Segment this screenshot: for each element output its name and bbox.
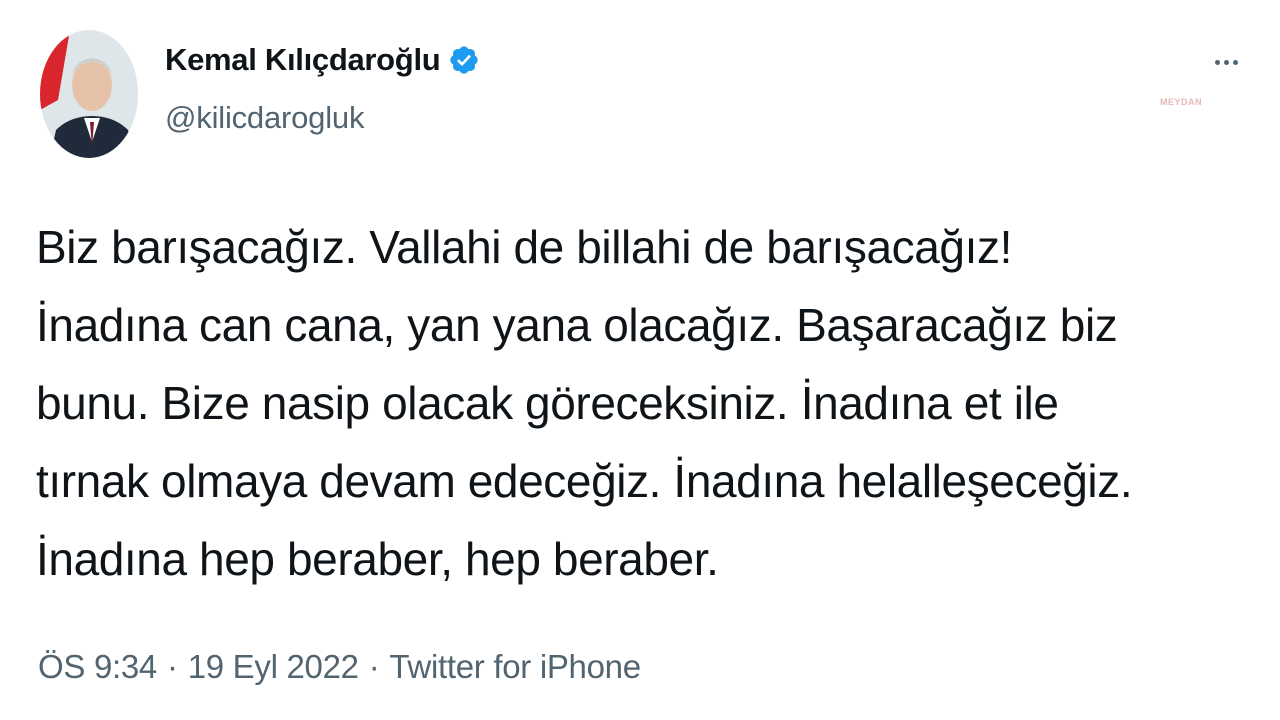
avatar[interactable] bbox=[40, 30, 138, 158]
meta-separator: · bbox=[368, 648, 380, 685]
tweet-text-line: Biz barışacağız. Vallahi de billahi de b… bbox=[36, 221, 1012, 273]
more-dot-icon bbox=[1214, 59, 1220, 65]
tweet-text-line: tırnak olmaya devam edeceğiz. İnadına he… bbox=[36, 455, 1133, 507]
verified-badge-icon bbox=[448, 44, 480, 76]
tweet-date[interactable]: 19 Eyl 2022 bbox=[188, 648, 359, 686]
tweet-text-line: İnadına hep beraber, hep beraber. bbox=[36, 533, 719, 585]
tweet-time[interactable]: ÖS 9:34 bbox=[38, 648, 157, 686]
watermark: MEYDAN bbox=[1160, 97, 1203, 107]
author-display-name[interactable]: Kemal Kılıçdaroğlu bbox=[165, 42, 441, 78]
meta-separator: · bbox=[166, 648, 178, 685]
author-name-row: Kemal Kılıçdaroğlu bbox=[165, 42, 480, 78]
author-handle[interactable]: @kilicdarogluk bbox=[165, 100, 364, 136]
tweet-card: Kemal Kılıçdaroğlu @kilicdarogluk MEYDAN… bbox=[0, 0, 1280, 720]
profile-photo-icon bbox=[40, 30, 138, 158]
tweet-meta: ÖS 9:34 · 19 Eyl 2022 · Twitter for iPho… bbox=[38, 648, 641, 686]
more-dot-icon bbox=[1232, 59, 1238, 65]
tweet-text-line: İnadına can cana, yan yana olacağız. Baş… bbox=[36, 299, 1118, 351]
tweet-source-link[interactable]: Twitter for iPhone bbox=[389, 648, 641, 686]
tweet-text: Biz barışacağız. Vallahi de billahi de b… bbox=[36, 208, 1236, 598]
tweet-text-line: bunu. Bize nasip olacak göreceksiniz. İn… bbox=[36, 377, 1059, 429]
more-dot-icon bbox=[1223, 59, 1229, 65]
more-options-button[interactable] bbox=[1206, 52, 1246, 72]
